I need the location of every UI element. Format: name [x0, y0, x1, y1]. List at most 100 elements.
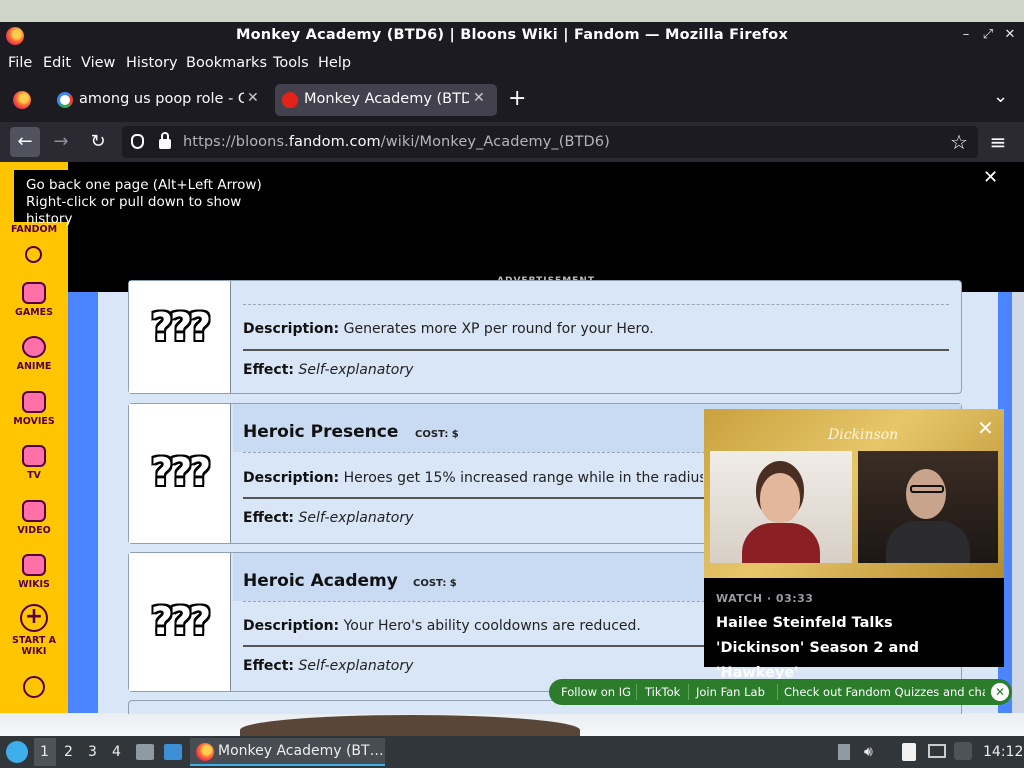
maximize-button[interactable]: ⤢ [979, 25, 997, 45]
workspace-3[interactable]: 3 [88, 744, 97, 760]
menu-file[interactable]: File [8, 55, 32, 71]
back-button-tooltip: Go back one page (Alt+Left Arrow) Right-… [14, 170, 298, 227]
firefox-view-icon[interactable] [13, 91, 31, 109]
clipboard-icon[interactable] [838, 744, 850, 760]
firefox-icon [196, 743, 214, 761]
tiktok-link[interactable]: TikTok [645, 685, 680, 699]
volume-icon[interactable]: 🔊︎ [864, 744, 880, 760]
video-player-popup[interactable]: Dickinson ✕ WATCH · 03:33 Hailee Steinfe… [704, 409, 1004, 681]
taskbar-window-label: Monkey Academy (BT… [218, 743, 384, 759]
notes-icon[interactable] [902, 743, 916, 761]
tab-strip: among us poop role - Goo ✕ Monkey Academ… [0, 76, 1024, 122]
upgrade-effect: Effect: Self-explanatory [243, 510, 414, 526]
tv-icon [22, 445, 46, 467]
tab-label: among us poop role - Goo [79, 91, 244, 107]
follow-ig-link[interactable]: Follow on IG [561, 685, 631, 699]
tooltip-line: Right-click or pull down to show history [26, 194, 242, 227]
menu-bar: File Edit View History Bookmarks Tools H… [0, 50, 1024, 76]
taskbar-window-firefox[interactable]: Monkey Academy (BT… [190, 738, 385, 766]
start-menu-icon[interactable] [6, 741, 28, 763]
tab-close-icon[interactable]: ✕ [247, 90, 259, 106]
close-window-button[interactable]: ✕ [1001, 25, 1019, 45]
video-thumbnail[interactable]: Dickinson [704, 409, 1004, 578]
workspace-1[interactable]: 1 [40, 744, 49, 760]
minimize-button[interactable]: – [957, 25, 975, 45]
upgrade-name: Heroic Academy [243, 571, 398, 591]
tab-google[interactable]: among us poop role - Goo ✕ [50, 84, 268, 116]
url-text[interactable]: https://bloons.fandom.com/wiki/Monkey_Ac… [183, 134, 610, 150]
unknown-upgrade-art: ??? [150, 599, 211, 643]
forward-button[interactable]: → [46, 127, 76, 157]
url-bar[interactable]: https://bloons.fandom.com/wiki/Monkey_Ac… [122, 126, 978, 158]
red-bloon-icon [282, 92, 298, 108]
show-logo: Dickinson [828, 427, 899, 443]
wikis-icon [22, 554, 46, 576]
menu-bookmarks[interactable]: Bookmarks [186, 55, 267, 71]
separator [777, 684, 778, 700]
video-title[interactable]: Hailee Steinfeld Talks 'Dickinson' Seaso… [716, 611, 986, 686]
workspace-2[interactable]: 2 [64, 744, 73, 760]
sidebar-item-games[interactable]: GAMES [0, 282, 68, 318]
back-button[interactable]: ← [10, 127, 40, 157]
separator [688, 684, 689, 700]
fandom-sidebar: FANDOM GAMES ANIME MOVIES TV VIDEO WIKIS… [0, 162, 68, 713]
tab-monkey-academy[interactable]: Monkey Academy (BTD6) | ✕ [275, 84, 497, 116]
nav-toolbar: ← → ↻ https://bloons.fandom.com/wiki/Mon… [0, 122, 1024, 162]
video-close-icon[interactable]: ✕ [977, 416, 994, 440]
menu-tools[interactable]: Tools [273, 55, 309, 71]
menu-history[interactable]: History [126, 55, 178, 71]
sidebar-item-account[interactable] [0, 676, 68, 698]
tab-close-icon[interactable]: ✕ [473, 90, 485, 106]
person-head [906, 469, 946, 519]
unknown-upgrade-art: ??? [150, 305, 211, 349]
glasses [910, 485, 944, 493]
quizzes-link[interactable]: Check out Fandom Quizzes and cha [784, 685, 985, 699]
upgrade-cost: COST: $ [415, 429, 459, 440]
bookmark-star-icon[interactable]: ☆ [944, 127, 974, 157]
sidebar-item-tv[interactable]: TV [0, 445, 68, 481]
person-body [886, 521, 970, 563]
shield-icon[interactable] [131, 134, 144, 149]
tab-list-button[interactable]: ⌄ [993, 86, 1008, 107]
tooltip-line: Go back one page (Alt+Left Arrow) [26, 177, 262, 193]
menu-edit[interactable]: Edit [43, 55, 71, 71]
sidebar-item-movies[interactable]: MOVIES [0, 391, 68, 427]
sidebar-item-wikis[interactable]: WIKIS [0, 554, 68, 590]
community-bar-close-icon[interactable]: ✕ [991, 683, 1009, 701]
sidebar-item-video[interactable]: VIDEO [0, 500, 68, 536]
lock-shackle [161, 132, 169, 141]
search-icon [25, 246, 42, 263]
reload-button[interactable]: ↻ [83, 127, 113, 157]
workspace-4[interactable]: 4 [112, 744, 121, 760]
clock[interactable]: 14:12 [983, 744, 1023, 760]
menu-view[interactable]: View [81, 55, 115, 71]
anime-icon [22, 336, 46, 358]
upgrade-card: ??? Description: Generates more XP per r… [128, 280, 962, 394]
video-icon [22, 500, 46, 522]
menu-help[interactable]: Help [318, 55, 351, 71]
sidebar-item-anime[interactable]: ANIME [0, 336, 68, 372]
file-manager-icon[interactable] [136, 744, 154, 760]
movies-icon [22, 391, 46, 413]
sidebar-item-search[interactable] [0, 246, 68, 263]
upgrade-name: Heroic Presence [243, 422, 399, 442]
desktop-icon[interactable] [164, 744, 182, 760]
app-menu-button[interactable]: ≡ [983, 127, 1013, 157]
upgrade-effect: Effect: Self-explanatory [243, 658, 414, 674]
plus-circle-icon: + [20, 604, 48, 632]
title-bar: Monkey Academy (BTD6) | Bloons Wiki | Fa… [0, 22, 1024, 50]
sidebar-item-start-wiki[interactable]: + START A WIKI [0, 604, 68, 657]
sidebar-label: WIKIS [18, 579, 50, 590]
fan-lab-link[interactable]: Join Fan Lab [696, 685, 765, 699]
divider [243, 349, 949, 351]
sidebar-label: GAMES [15, 307, 53, 318]
separator [636, 684, 637, 700]
tab-label: Monkey Academy (BTD6) | [304, 91, 469, 107]
video-meta: WATCH · 03:33 [716, 592, 814, 605]
ad-close-icon[interactable]: ✕ [983, 167, 998, 188]
unknown-upgrade-art: ??? [150, 450, 211, 494]
network-icon[interactable] [954, 742, 972, 760]
interview-pane-right [858, 451, 998, 563]
display-icon[interactable] [928, 744, 946, 758]
new-tab-button[interactable]: + [508, 86, 526, 111]
